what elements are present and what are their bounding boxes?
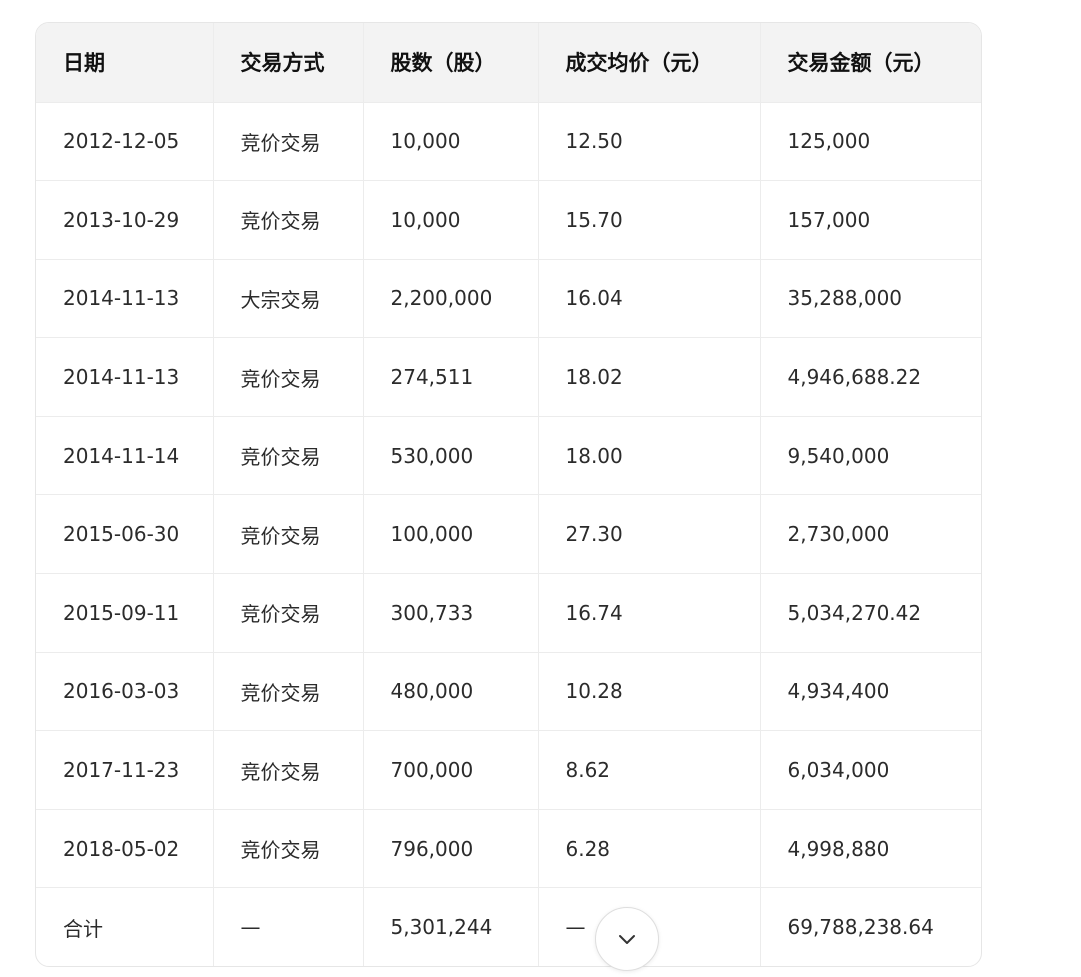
- scroll-down-button[interactable]: [595, 907, 659, 971]
- table-row: 2018-05-02 竞价交易 796,000 6.28 4,998,880: [36, 809, 981, 889]
- cell-avg-price: 16.74: [538, 573, 761, 653]
- cell-avg-price: 15.70: [538, 180, 761, 260]
- cell-method: —: [213, 887, 364, 966]
- cell-date: 2017-11-23: [36, 730, 214, 810]
- table-row: 2017-11-23 竞价交易 700,000 8.62 6,034,000: [36, 730, 981, 810]
- cell-shares: 480,000: [363, 652, 539, 732]
- table-total-row: 合计 —5,301,244—69,788,238.64: [36, 887, 981, 966]
- trade-table: 日期 交易方式 股数（股） 成交均价（元） 交易金额（元） 2012-12-05…: [36, 23, 981, 966]
- cell-method: 竞价交易: [213, 573, 364, 653]
- table-row: 2015-06-30 竞价交易 100,000 27.30 2,730,000: [36, 494, 981, 575]
- table-row: 2014-11-14 竞价交易 530,000 18.00 9,540,000: [36, 416, 981, 496]
- table-row: 2016-03-03 竞价交易 480,000 10.28 4,934,400: [36, 652, 981, 732]
- cell-shares: 530,000: [363, 416, 539, 496]
- table-row: 2012-12-05 竞价交易 10,000 12.50 125,000: [36, 102, 981, 182]
- cell-date: 2014-11-13: [36, 337, 214, 417]
- column-header-avg-price: 成交均价（元）: [538, 23, 761, 103]
- table-row: 2014-11-13 大宗交易 2,200,000 16.04 35,288,000: [36, 259, 981, 339]
- chevron-down-icon: [619, 935, 635, 944]
- cell-method: 大宗交易: [213, 259, 364, 339]
- cell-shares: 796,000: [363, 809, 539, 889]
- column-header-amount: 交易金额（元）: [760, 23, 981, 103]
- cell-avg-price: 18.00: [538, 416, 761, 496]
- cell-shares: 274,511: [363, 337, 539, 417]
- cell-avg-price: 10.28: [538, 652, 761, 732]
- table-header: 日期 交易方式 股数（股） 成交均价（元） 交易金额（元）: [36, 23, 981, 103]
- cell-amount: 125,000: [760, 102, 981, 182]
- cell-amount: 4,998,880: [760, 809, 981, 889]
- cell-date: 2012-12-05: [36, 102, 214, 182]
- column-header-date: 日期: [36, 23, 214, 103]
- cell-amount: 157,000: [760, 180, 981, 260]
- cell-amount: 4,934,400: [760, 652, 981, 732]
- header-row: 日期 交易方式 股数（股） 成交均价（元） 交易金额（元）: [36, 23, 981, 103]
- cell-avg-price: 6.28: [538, 809, 761, 889]
- cell-method: 竞价交易: [213, 809, 364, 889]
- cell-avg-price: 12.50: [538, 102, 761, 182]
- cell-shares: 10,000: [363, 180, 539, 260]
- cell-date: 2016-03-03: [36, 652, 214, 732]
- cell-avg-price: 27.30: [538, 494, 761, 575]
- cell-date: 合计: [36, 887, 214, 966]
- cell-shares: 100,000: [363, 494, 539, 575]
- column-header-method: 交易方式: [213, 23, 364, 103]
- cell-amount: 35,288,000: [760, 259, 981, 339]
- cell-avg-price: 16.04: [538, 259, 761, 339]
- cell-amount: 5,034,270.42: [760, 573, 981, 653]
- cell-method: 竞价交易: [213, 102, 364, 182]
- cell-shares: 10,000: [363, 102, 539, 182]
- cell-shares: 5,301,244: [363, 887, 539, 966]
- trade-table-container: 日期 交易方式 股数（股） 成交均价（元） 交易金额（元） 2012-12-05…: [35, 22, 982, 967]
- cell-method: 竞价交易: [213, 337, 364, 417]
- cell-avg-price: 8.62: [538, 730, 761, 810]
- cell-amount: 4,946,688.22: [760, 337, 981, 417]
- column-header-shares: 股数（股）: [363, 23, 539, 103]
- cell-amount: 9,540,000: [760, 416, 981, 496]
- cell-method: 竞价交易: [213, 730, 364, 810]
- cell-shares: 300,733: [363, 573, 539, 653]
- cell-amount: 6,034,000: [760, 730, 981, 810]
- cell-date: 2014-11-14: [36, 416, 214, 496]
- cell-avg-price: 18.02: [538, 337, 761, 417]
- cell-date: 2015-09-11: [36, 573, 214, 653]
- cell-method: 竞价交易: [213, 652, 364, 732]
- cell-shares: 2,200,000: [363, 259, 539, 339]
- cell-date: 2015-06-30: [36, 494, 214, 575]
- cell-date: 2013-10-29: [36, 180, 214, 260]
- cell-method: 竞价交易: [213, 494, 364, 575]
- cell-method: 竞价交易: [213, 180, 364, 260]
- cell-amount: 69,788,238.64: [787, 915, 934, 940]
- table-row: 2014-11-13 竞价交易 274,511 18.02 4,946,688.22: [36, 337, 981, 417]
- table-row: 2015-09-11 竞价交易 300,733 16.74 5,034,270.42: [36, 573, 981, 653]
- cell-method: 竞价交易: [213, 416, 364, 496]
- cell-date: 2018-05-02: [36, 809, 214, 889]
- cell-date: 2014-11-13: [36, 259, 214, 339]
- table-row: 2013-10-29 竞价交易 10,000 15.70 157,000: [36, 180, 981, 260]
- cell-amount: 2,730,000: [760, 494, 981, 575]
- table-body: 2012-12-05 竞价交易 10,000 12.50 125,000 2013-10-…: [36, 102, 981, 966]
- cell-shares: 700,000: [363, 730, 539, 810]
